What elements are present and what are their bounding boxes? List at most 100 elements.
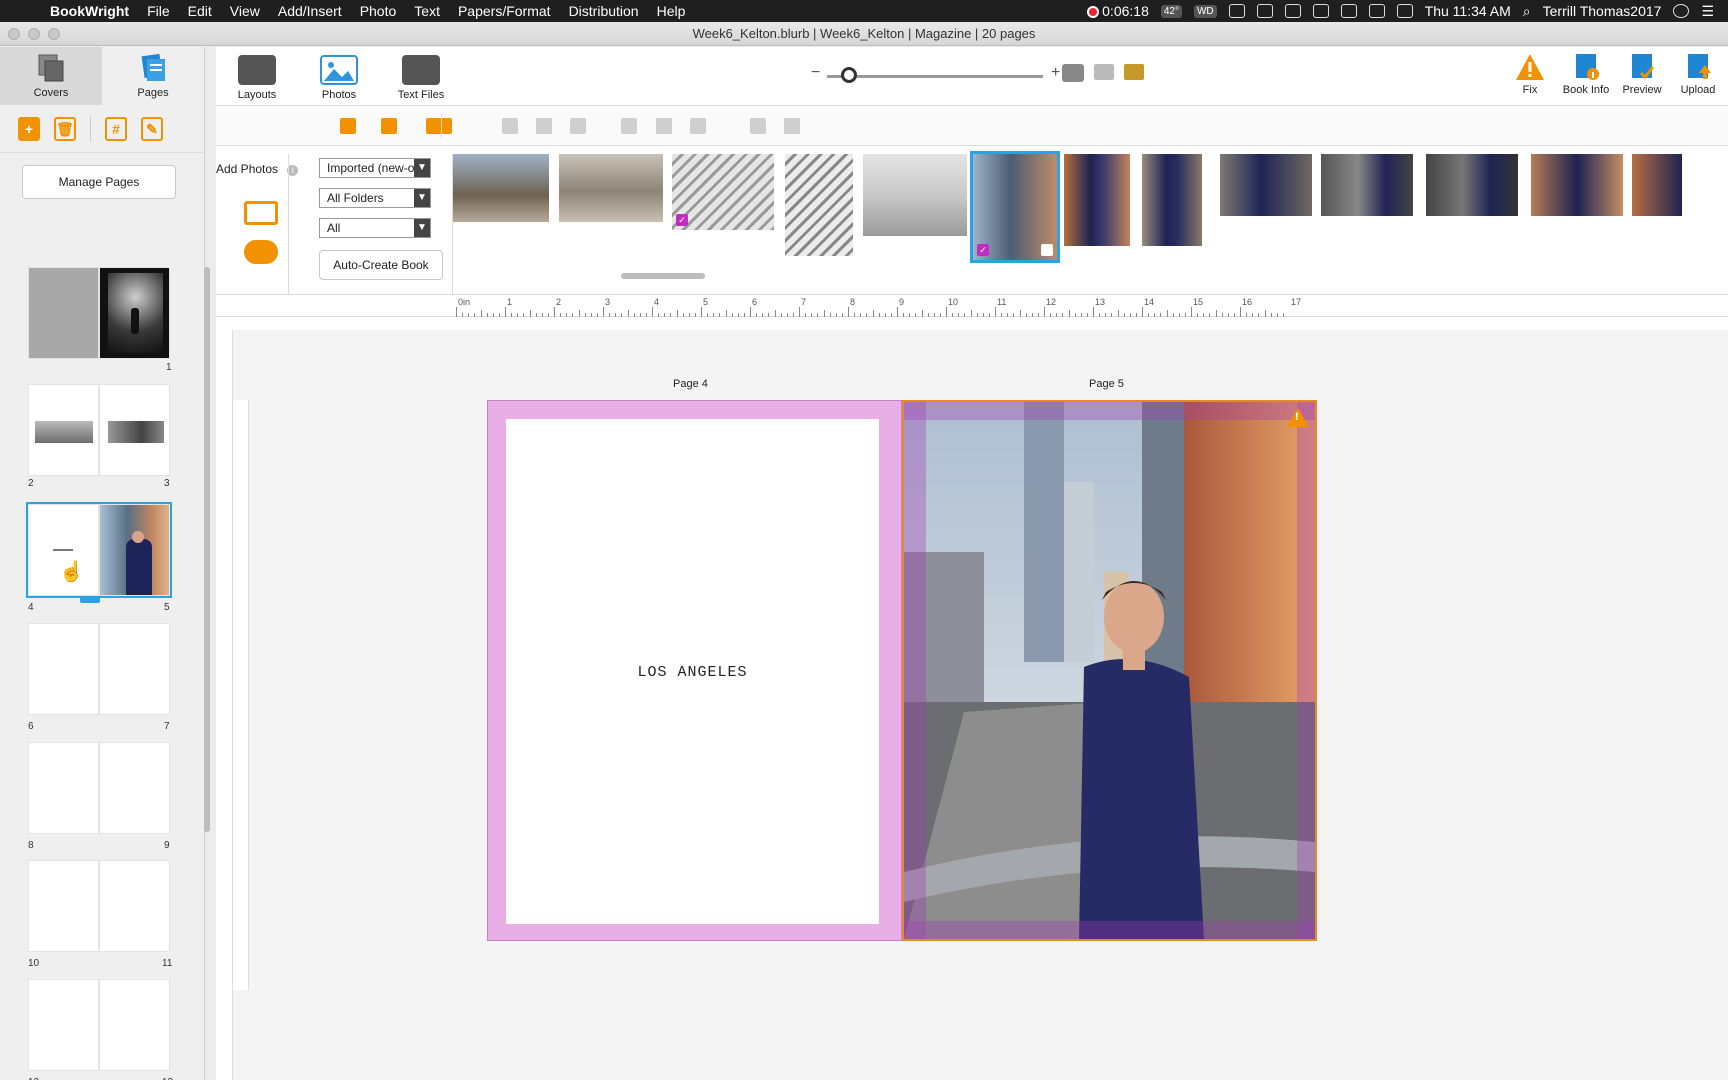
menu-view[interactable]: View bbox=[221, 3, 269, 19]
shape-dropdown-icon[interactable] bbox=[426, 118, 452, 134]
align-middle-icon[interactable] bbox=[656, 118, 672, 134]
user-name[interactable]: Terrill Thomas2017 bbox=[1543, 3, 1662, 19]
photo-thumb[interactable] bbox=[1064, 154, 1130, 246]
edit-text-icon[interactable] bbox=[381, 118, 397, 134]
checkbox-checked-icon[interactable]: ✓ bbox=[676, 214, 688, 226]
filter-select[interactable]: All ▼ bbox=[319, 218, 431, 238]
photo-thumb[interactable] bbox=[453, 154, 549, 222]
photos-icon bbox=[320, 55, 358, 85]
layouts-button[interactable]: Layouts bbox=[227, 55, 287, 101]
photo-thumb[interactable] bbox=[1142, 154, 1202, 246]
photo-thumb-selected[interactable]: ✓ bbox=[970, 151, 1060, 263]
ruler-tick bbox=[890, 313, 892, 317]
upload-button[interactable]: Upload bbox=[1670, 53, 1726, 96]
menu-distribution[interactable]: Distribution bbox=[560, 3, 648, 19]
tab-covers[interactable]: Covers bbox=[0, 47, 102, 105]
spread-view-icon[interactable] bbox=[1062, 64, 1084, 82]
grid-view-icon[interactable] bbox=[1094, 64, 1114, 80]
spread-1[interactable] bbox=[28, 267, 170, 359]
page-title-text[interactable]: LOS ANGELES bbox=[506, 664, 879, 681]
delete-page-icon[interactable]: 🗑 bbox=[54, 116, 76, 141]
add-from-cloud-icon[interactable] bbox=[244, 240, 278, 264]
add-page-icon[interactable]: + bbox=[18, 116, 40, 141]
page-style-icon[interactable]: ✎ bbox=[141, 116, 163, 141]
sidebar-scrollbar[interactable] bbox=[204, 267, 210, 832]
spread-6-7[interactable] bbox=[28, 623, 170, 715]
time-machine-icon[interactable] bbox=[1312, 4, 1329, 18]
spread-4-5[interactable]: ☝ bbox=[26, 502, 172, 598]
menu-photo[interactable]: Photo bbox=[351, 3, 406, 19]
photo-thumb[interactable] bbox=[863, 154, 967, 236]
low-resolution-warning-icon[interactable]: ! bbox=[1287, 408, 1309, 427]
trash-icon[interactable] bbox=[1041, 244, 1053, 256]
photo-thumb[interactable] bbox=[785, 154, 853, 256]
battery-icon[interactable] bbox=[1396, 4, 1413, 18]
spread-8-9[interactable] bbox=[28, 742, 170, 834]
spread-10-11[interactable] bbox=[28, 860, 170, 952]
align-right-icon[interactable] bbox=[570, 118, 586, 134]
info-icon[interactable]: i bbox=[287, 165, 299, 176]
photo-thumb[interactable] bbox=[1426, 154, 1518, 216]
edit-photo-icon[interactable] bbox=[340, 118, 356, 134]
photos-button[interactable]: Photos bbox=[309, 55, 369, 101]
align-top-icon[interactable] bbox=[621, 118, 637, 134]
siri-icon[interactable] bbox=[1673, 4, 1690, 18]
zoom-in-button[interactable]: + bbox=[1051, 64, 1060, 82]
menu-edit[interactable]: Edit bbox=[179, 3, 221, 19]
tab-pages[interactable]: Pages bbox=[102, 47, 204, 105]
checkbox-checked-icon[interactable]: ✓ bbox=[977, 244, 989, 256]
folder-select[interactable]: All Folders ▼ bbox=[319, 188, 431, 208]
manage-pages-button[interactable]: Manage Pages bbox=[22, 165, 176, 199]
photo-thumb[interactable] bbox=[1220, 154, 1312, 216]
zoom-track[interactable] bbox=[827, 75, 1043, 78]
photo-thumb[interactable]: ✓ bbox=[672, 154, 774, 230]
menu-text[interactable]: Text bbox=[405, 3, 449, 19]
weather-badge[interactable]: 42° bbox=[1160, 4, 1182, 18]
filmstrip-view-icon[interactable] bbox=[1124, 64, 1144, 80]
minimize-window-icon[interactable] bbox=[28, 28, 40, 40]
spread-2-3[interactable] bbox=[28, 384, 170, 476]
photo-thumb[interactable] bbox=[1321, 154, 1413, 216]
photo-thumb[interactable] bbox=[1531, 154, 1623, 216]
volume-icon[interactable] bbox=[1368, 4, 1385, 18]
close-window-icon[interactable] bbox=[8, 28, 20, 40]
menu-file[interactable]: File bbox=[138, 3, 179, 19]
text-box-container[interactable]: LOS ANGELES bbox=[506, 419, 879, 924]
zoom-slider-handle[interactable] bbox=[841, 67, 857, 83]
cloud-icon[interactable] bbox=[1228, 4, 1245, 18]
right-page-photo[interactable]: ! bbox=[902, 400, 1317, 941]
clock[interactable]: Thu 11:34 AM bbox=[1425, 3, 1511, 19]
search-icon[interactable]: ⌕ bbox=[1523, 3, 1531, 20]
zoom-window-icon[interactable] bbox=[48, 28, 60, 40]
align-left-icon[interactable] bbox=[502, 118, 518, 134]
wifi-icon[interactable] bbox=[1340, 4, 1357, 18]
bookmark-icon[interactable] bbox=[1284, 4, 1301, 18]
photo-thumb[interactable] bbox=[559, 154, 663, 222]
recording-indicator[interactable]: 0:06:18 bbox=[1087, 3, 1149, 19]
left-page[interactable]: LOS ANGELES bbox=[487, 400, 902, 941]
spread-12-13[interactable] bbox=[28, 979, 170, 1071]
wd-badge[interactable]: WD bbox=[1193, 4, 1217, 18]
distribute-horizontal-icon[interactable] bbox=[750, 118, 766, 134]
fix-button[interactable]: Fix bbox=[1502, 53, 1558, 96]
app-name-menu[interactable]: BookWright bbox=[48, 3, 138, 19]
photo-thumb[interactable] bbox=[1632, 154, 1682, 216]
shield-icon[interactable] bbox=[1256, 4, 1273, 18]
page-numbers-icon[interactable]: # bbox=[105, 116, 127, 141]
menu-add-insert[interactable]: Add/Insert bbox=[269, 3, 351, 19]
zoom-out-button[interactable]: − bbox=[811, 64, 820, 82]
photos-scrollbar[interactable] bbox=[621, 273, 705, 279]
distribute-vertical-icon[interactable] bbox=[784, 118, 800, 134]
sort-select[interactable]: Imported (new-old ▼ bbox=[319, 158, 431, 178]
spread-drag-handle[interactable] bbox=[80, 597, 100, 603]
preview-button[interactable]: Preview bbox=[1614, 53, 1670, 96]
auto-create-book-button[interactable]: Auto-Create Book bbox=[319, 250, 443, 280]
menu-papers-format[interactable]: Papers/Format bbox=[449, 3, 560, 19]
notification-center-icon[interactable]: ☰ bbox=[1701, 3, 1714, 20]
add-from-computer-icon[interactable] bbox=[244, 201, 278, 225]
align-bottom-icon[interactable] bbox=[690, 118, 706, 134]
text-files-button[interactable]: Text Files bbox=[391, 55, 451, 101]
align-center-icon[interactable] bbox=[536, 118, 552, 134]
menu-help[interactable]: Help bbox=[648, 3, 695, 19]
book-info-button[interactable]: Book Info bbox=[1558, 53, 1614, 96]
